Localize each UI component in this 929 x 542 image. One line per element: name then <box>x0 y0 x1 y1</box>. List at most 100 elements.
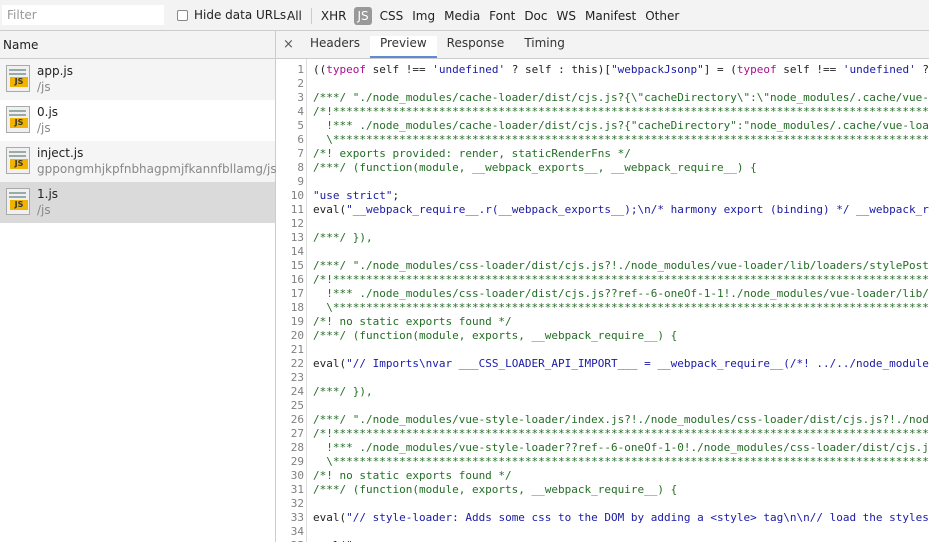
code-line: 26 /***/ "./node_modules/vue-style-loader… <box>276 413 929 427</box>
code-text: /***/ }), <box>313 231 373 244</box>
code-line: 14 <box>276 245 929 259</box>
request-text: 1.js/js <box>37 186 58 219</box>
filter-type-media[interactable]: Media <box>440 7 484 25</box>
code-preview[interactable]: 1 ((typeof self !== 'undefined' ? self : … <box>276 59 929 542</box>
code-text: /***/ (function(module, __webpack_export… <box>313 161 757 174</box>
code-line: 5 !*** ./node_modules/cache-loader/dist/… <box>276 119 929 133</box>
code-line: 18 \************************************… <box>276 301 929 315</box>
code-text: \***************************************… <box>326 455 929 468</box>
code-line: 29 \************************************… <box>276 455 929 469</box>
code-text: /*!*************************************… <box>313 105 929 118</box>
line-number: 30 <box>290 469 304 482</box>
code-line: 25 <box>276 399 929 413</box>
filter-type-other[interactable]: Other <box>641 7 683 25</box>
line-number: 9 <box>297 175 304 188</box>
code-text: /*! no static exports found */ <box>313 315 512 328</box>
request-row[interactable]: JS app.js/js <box>0 59 275 100</box>
resource-type-filters: All XHR JS CSS Img Media Font Doc WS Manifest Othe… <box>283 7 684 25</box>
line-number: 26 <box>290 413 304 426</box>
request-name: inject.js <box>37 146 84 160</box>
code-line: 8 /***/ (function(module, __webpack_expor… <box>276 161 929 175</box>
line-number: 14 <box>290 245 304 258</box>
filter-type-font[interactable]: Font <box>485 7 519 25</box>
js-badge: JS <box>10 77 28 87</box>
code-line: 27 /*!***********************************… <box>276 427 929 441</box>
line-number: 31 <box>290 483 304 496</box>
hide-data-urls-checkbox[interactable]: Hide data URLs <box>177 7 286 23</box>
tab-headers[interactable]: Headers <box>300 36 370 57</box>
filter-type-js[interactable]: JS <box>354 7 372 25</box>
code-text: /***/ "./node_modules/vue-style-loader/i… <box>313 413 929 426</box>
line-number: 24 <box>290 385 304 398</box>
filter-type-img[interactable]: Img <box>408 7 439 25</box>
line-number: 11 <box>290 203 304 216</box>
filter-type-xhr[interactable]: XHR <box>317 7 351 25</box>
request-detail-panel: × Headers Preview Response Timing 1 ((typeof… <box>276 31 929 542</box>
filter-input[interactable] <box>2 5 164 25</box>
request-row[interactable]: JS 0.js/js <box>0 100 275 141</box>
js-badge: JS <box>10 159 28 169</box>
request-row[interactable]: JS inject.js gppongmhjkpfnbhagpmjfkannfbll… <box>0 141 277 182</box>
code-line: 7 /*! exports provided: render, staticRen… <box>276 147 929 161</box>
code-line: 16 /*!***********************************… <box>276 273 929 287</box>
js-badge: JS <box>10 118 28 128</box>
tab-response[interactable]: Response <box>437 36 515 57</box>
code-line: 1 ((typeof self !== 'undefined' ? self : … <box>276 63 929 77</box>
code-text: !*** ./node_modules/cache-loader/dist/cj… <box>326 119 929 132</box>
checkbox-box[interactable] <box>177 9 188 21</box>
code-text: /***/ "./node_modules/cache-loader/dist/… <box>313 91 929 104</box>
line-number: 23 <box>290 371 304 384</box>
network-toolbar: Hide data URLs All XHRJSCSSImgMediaFontDo… <box>0 0 929 31</box>
code-line: 6 \*************************************… <box>276 133 929 147</box>
code-line: 17 !*** ./node_modules/css-loader/dist/c… <box>276 287 929 301</box>
code-line: 20 /***/ (function(module, exports, __web… <box>276 329 929 343</box>
js-file-icon: JS <box>6 65 30 92</box>
line-number: 27 <box>290 427 304 440</box>
code-line: 11 eval("__webpack_require__.r(__webpack_… <box>276 203 929 217</box>
line-number: 19 <box>290 315 304 328</box>
line-number: 20 <box>290 329 304 342</box>
filter-type-ws[interactable]: WS <box>553 7 580 25</box>
code-text: "use strict"; <box>313 189 400 202</box>
code-line: 12 <box>276 217 929 231</box>
code-text: eval("// Imports\nvar ___CSS_LOADER_API_… <box>313 357 929 370</box>
line-number: 16 <box>290 273 304 286</box>
code-line: 21 <box>276 343 929 357</box>
detail-tabs: Headers Preview Response Timing <box>300 36 575 58</box>
code-text: !*** ./node_modules/vue-style-loader??re… <box>326 441 929 454</box>
code-text: \***************************************… <box>326 301 929 314</box>
request-path: /js <box>37 121 51 135</box>
code-text: ((typeof self !== 'undefined' ? self : t… <box>313 63 929 76</box>
code-line: 13 /***/ }), <box>276 231 929 245</box>
tab-preview[interactable]: Preview <box>369 36 437 58</box>
js-badge: JS <box>10 200 28 210</box>
code-text: eval("// style-loader: Adds some css to … <box>313 511 929 524</box>
code-text: /***/ (function(module, exports, __webpa… <box>313 329 678 342</box>
js-file-icon: JS <box>6 147 30 174</box>
request-path: /js <box>37 80 51 94</box>
filter-type-all[interactable]: All <box>283 7 306 25</box>
line-number: 2 <box>297 77 304 90</box>
line-number: 25 <box>290 399 304 412</box>
request-name: app.js <box>37 64 73 78</box>
name-column-header[interactable]: Name <box>0 31 275 59</box>
code-line: 22 eval("// Imports\nvar ___CSS_LOADER_AP… <box>276 357 929 371</box>
request-row[interactable]: JS 1.js/js <box>0 182 275 223</box>
filter-type-manifest[interactable]: Manifest <box>581 7 640 25</box>
code-text: /*!*************************************… <box>313 273 929 286</box>
hide-data-urls-label: Hide data URLs <box>194 8 287 22</box>
line-number: 28 <box>290 441 304 454</box>
code-line: 24 /***/ }), <box>276 385 929 399</box>
tab-timing[interactable]: Timing <box>514 36 575 57</box>
line-number: 3 <box>297 91 304 104</box>
close-icon[interactable]: × <box>283 37 294 52</box>
filter-type-doc[interactable]: Doc <box>520 7 551 25</box>
line-number: 15 <box>290 259 304 272</box>
line-number: 29 <box>290 455 304 468</box>
code-text: !*** ./node_modules/css-loader/dist/cjs.… <box>326 287 929 300</box>
request-name: 1.js <box>37 187 59 201</box>
line-number: 1 <box>297 63 304 76</box>
code-line: 10 "use strict"; <box>276 189 929 203</box>
filter-type-css[interactable]: CSS <box>376 7 408 25</box>
code-text: /***/ }), <box>313 385 373 398</box>
